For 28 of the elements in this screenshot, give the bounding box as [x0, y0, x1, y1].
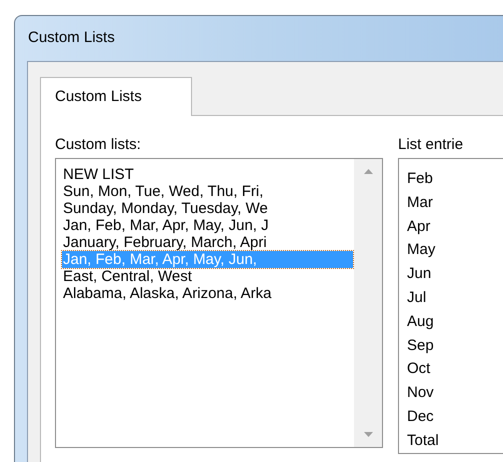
list-item[interactable]: January, February, March, Apri	[62, 234, 354, 251]
list-item[interactable]: Sunday, Monday, Tuesday, We	[62, 200, 354, 217]
list-item[interactable]: NEW LIST	[62, 166, 354, 183]
list-entry: Total	[407, 430, 440, 451]
list-entries-box[interactable]: Feb Mar Apr May Jun Jul Aug Sep Oct Nov Dec Total	[398, 158, 503, 454]
list-entries-label: List entrie	[398, 136, 464, 154]
list-entry: Oct	[407, 359, 432, 380]
list-item[interactable]: East, Central, West	[62, 268, 354, 285]
window-title: Custom Lists	[28, 28, 115, 48]
list-entry: Jun	[407, 264, 432, 284]
scroll-up-icon[interactable]	[364, 169, 372, 174]
list-entry: Aug	[407, 312, 435, 332]
list-entry: Mar	[407, 192, 434, 213]
custom-lists-label: Custom lists:	[55, 136, 142, 154]
list-item[interactable]: Sun, Mon, Tue, Wed, Thu, Fri,	[62, 183, 354, 200]
tab[interactable]: Custom Lists	[40, 77, 192, 116]
list-entry: Dec	[407, 406, 435, 427]
list-entry: May	[407, 240, 436, 260]
scrollbar[interactable]	[354, 159, 382, 447]
list-item[interactable]: Jan, Feb, Mar, Apr, May, Jun, J	[62, 217, 354, 234]
list-entry: Nov	[407, 383, 435, 404]
custom-lists-box[interactable]	[55, 158, 383, 448]
list-item[interactable]: Alabama, Alaska, Arizona, Arka	[62, 285, 354, 302]
list-entry: Apr	[407, 216, 432, 237]
scroll-down-icon[interactable]	[364, 432, 372, 437]
list-entry: Feb	[407, 169, 434, 189]
list-entry: Sep	[407, 336, 435, 356]
list-entry: Jul	[407, 288, 428, 308]
